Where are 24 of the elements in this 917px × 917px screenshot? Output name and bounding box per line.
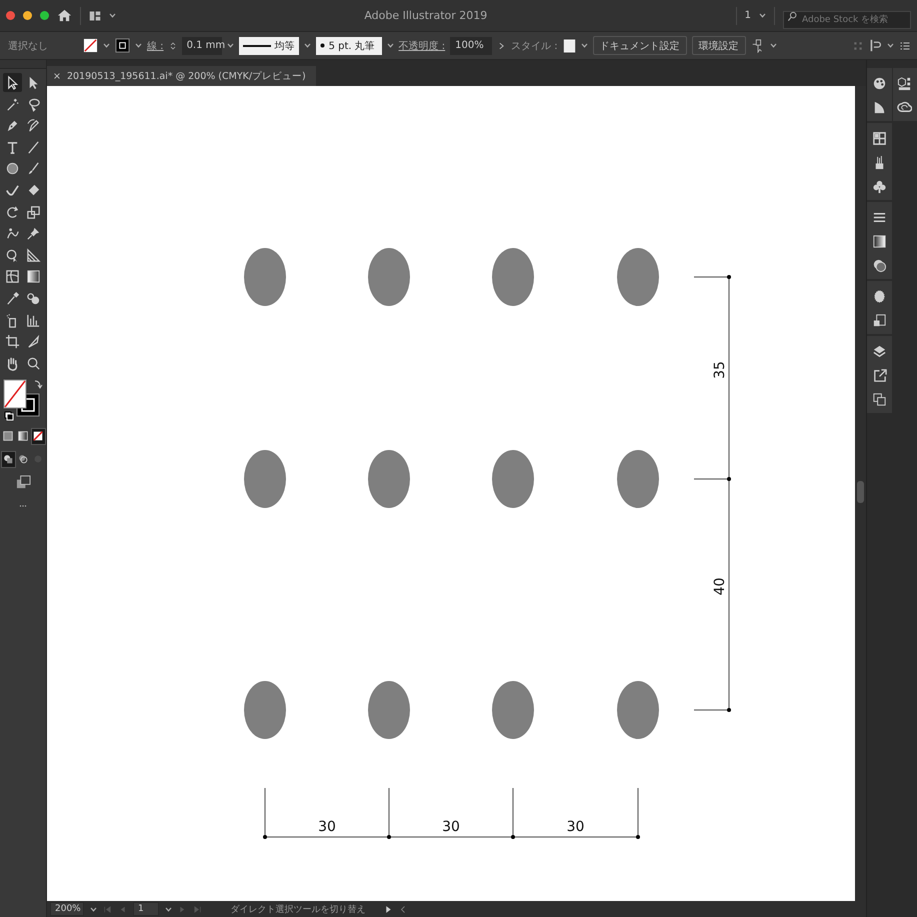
dimension-label: 30 <box>442 819 460 835</box>
dimension-label: 40 <box>712 578 728 596</box>
workspace-switcher[interactable]: 1 <box>744 10 751 21</box>
opacity-field[interactable]: 100% <box>450 36 492 54</box>
selection-status: 選択なし <box>8 40 49 52</box>
dimension-label: 30 <box>566 819 584 835</box>
opacity-label[interactable]: 不透明度 : <box>398 38 446 52</box>
stroke-profile-dropdown[interactable]: 均等 <box>238 36 299 54</box>
status-message: ダイレクト選択ツールを切り替え <box>230 904 366 916</box>
page-field[interactable]: 1 <box>133 902 159 916</box>
dimension-label: 30 <box>318 819 336 835</box>
stroke-label[interactable]: 線 : <box>147 38 164 52</box>
stock-search-field[interactable]: Adobe Stock を検索 <box>783 10 911 28</box>
settings-button[interactable]: 環境設定 <box>692 36 746 55</box>
zoom-field[interactable]: 200% <box>50 902 84 916</box>
style-label: スタイル : <box>511 40 558 52</box>
dimension-label: 35 <box>712 361 728 379</box>
document-tab[interactable]: × 20190513_195611.ai* @ 200% (CMYK/プレビュー) <box>47 66 316 86</box>
stroke-weight-field[interactable]: 0.1 mm <box>182 36 222 54</box>
brush-dropdown[interactable]: 5 pt. 丸筆 <box>316 36 382 54</box>
settings-button[interactable]: ドキュメント設定 <box>592 36 687 55</box>
close-tab-button[interactable]: × <box>53 70 61 82</box>
window-title: Adobe Illustrator 2019 <box>363 9 488 22</box>
document-tab-title: 20190513_195611.ai* @ 200% (CMYK/プレビュー) <box>66 70 306 82</box>
